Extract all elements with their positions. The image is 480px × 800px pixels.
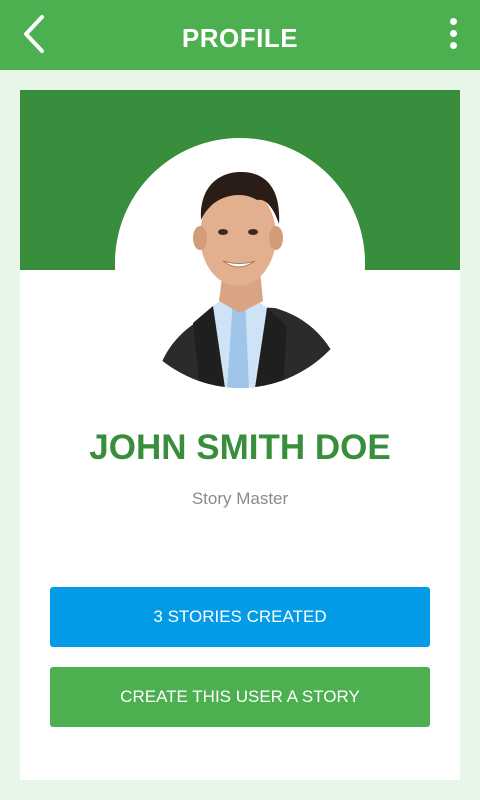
stories-created-button[interactable]: 3 STORIES CREATED	[50, 587, 430, 647]
profile-role: Story Master	[191, 489, 289, 508]
page-title: PROFILE	[181, 23, 299, 53]
overflow-menu-button[interactable]	[444, 18, 462, 54]
more-vertical-icon	[444, 18, 462, 49]
create-story-button[interactable]: CREATE THIS USER A STORY	[50, 667, 430, 727]
profile-card: JOHN SMITH DOE Story Master 3 STORIES CR…	[20, 90, 460, 780]
profile-name: JOHN SMITH DOE	[89, 428, 391, 467]
profile-photo	[115, 138, 365, 388]
avatar	[115, 138, 365, 388]
app-bar: PROFILE	[0, 0, 480, 70]
